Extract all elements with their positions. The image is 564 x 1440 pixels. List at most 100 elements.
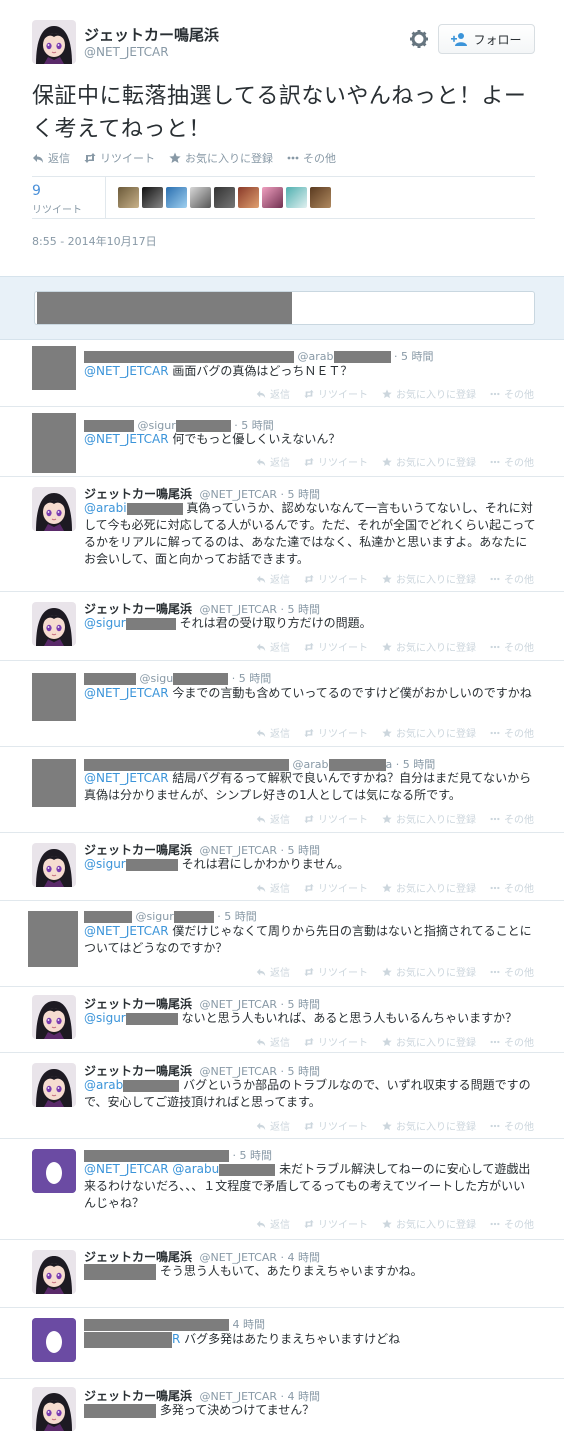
avatar[interactable] — [32, 1149, 76, 1193]
more-button[interactable]: その他 — [490, 386, 534, 401]
author-name[interactable]: ジェットカー鳴尾浜 — [84, 1064, 192, 1078]
favorite-button[interactable]: お気に入りに登録 — [382, 1216, 476, 1231]
more-button[interactable]: その他 — [490, 811, 534, 826]
reply-button[interactable]: 返信 — [256, 880, 290, 895]
mention-link[interactable]: @NET_JETCAR — [84, 924, 169, 938]
retweet-button[interactable]: リツイート — [304, 571, 368, 586]
avatar[interactable] — [32, 759, 76, 807]
mention-link[interactable]: @NET_JETCAR — [84, 686, 169, 700]
reply-button[interactable]: 返信 — [256, 811, 290, 826]
retweeter-avatar[interactable] — [286, 187, 307, 208]
favorite-button[interactable]: お気に入りに登録 — [382, 880, 476, 895]
retweet-button[interactable]: リツイート — [304, 1118, 368, 1133]
retweeter-avatar[interactable] — [238, 187, 259, 208]
author-name[interactable]: ジェットカー鳴尾浜 — [84, 24, 219, 45]
reply-button[interactable]: 返信 — [256, 964, 290, 979]
avatar[interactable] — [32, 602, 76, 646]
follow-button[interactable]: フォロー — [438, 24, 535, 54]
author-name[interactable]: ジェットカー鳴尾浜 — [84, 1250, 192, 1264]
mention-link[interactable]: @sigur — [84, 1011, 126, 1025]
author-name[interactable]: ジェットカー鳴尾浜 — [84, 487, 192, 501]
avatar[interactable] — [32, 413, 76, 473]
avatar[interactable] — [32, 995, 76, 1039]
retweet-button[interactable]: リツイート — [84, 150, 155, 166]
retweet-button[interactable]: リツイート — [304, 811, 368, 826]
reply-button[interactable]: 返信 — [32, 150, 70, 166]
avatar[interactable] — [32, 1063, 76, 1107]
author-handle[interactable]: @NET_JETCAR — [84, 45, 169, 59]
reply-button[interactable]: 返信 — [256, 1118, 290, 1133]
retweeter-avatar[interactable] — [190, 187, 211, 208]
more-button[interactable]: その他 — [490, 880, 534, 895]
favorite-button[interactable]: お気に入りに登録 — [382, 571, 476, 586]
avatar[interactable] — [28, 911, 78, 967]
retweeter-avatar[interactable] — [214, 187, 235, 208]
author-name[interactable]: ジェットカー鳴尾浜 — [84, 1389, 192, 1403]
retweeter-avatar[interactable] — [262, 187, 283, 208]
retweet-button[interactable]: リツイート — [304, 1034, 368, 1049]
retweeter-avatar[interactable] — [310, 187, 331, 208]
reply-button[interactable]: 返信 — [256, 725, 290, 740]
mention-link[interactable]: @arab — [84, 1078, 123, 1092]
favorite-button[interactable]: お気に入りに登録 — [382, 725, 476, 740]
reply-button[interactable]: 返信 — [256, 571, 290, 586]
reply-button[interactable]: 返信 — [256, 386, 290, 401]
mention-link[interactable]: @NET_JETCAR @arabu — [84, 1162, 219, 1176]
author-name[interactable]: ジェットカー鳴尾浜 — [84, 602, 192, 616]
avatar[interactable] — [32, 1250, 76, 1294]
tweet-time[interactable]: 4 時間 — [233, 1318, 266, 1331]
tweet-time[interactable]: · 5 時間 — [394, 350, 434, 363]
favorite-button[interactable]: お気に入りに登録 — [169, 150, 273, 166]
mention-link[interactable]: @arabi — [84, 501, 127, 515]
favorite-button[interactable]: お気に入りに登録 — [382, 639, 476, 654]
mention-link[interactable]: @NET_JETCAR — [84, 364, 169, 378]
mention-link[interactable]: @NET_JETCAR — [84, 771, 169, 785]
avatar[interactable] — [32, 843, 76, 887]
avatar[interactable] — [32, 1387, 76, 1431]
retweet-button[interactable]: リツイート — [304, 1216, 368, 1231]
author-handle[interactable]: @sigur — [136, 910, 174, 923]
reply-input[interactable] — [34, 291, 535, 325]
gear-icon[interactable] — [408, 28, 430, 50]
avatar[interactable] — [32, 673, 76, 721]
author-handle[interactable]: @arab — [298, 350, 334, 363]
retweet-button[interactable]: リツイート — [304, 880, 368, 895]
retweeter-avatar[interactable] — [142, 187, 163, 208]
reply-button[interactable]: 返信 — [256, 1216, 290, 1231]
retweet-button[interactable]: リツイート — [304, 639, 368, 654]
mention-link[interactable]: @NET_JETCAR — [84, 432, 169, 446]
avatar[interactable] — [32, 346, 76, 390]
mention-link[interactable]: @sigur — [84, 857, 126, 871]
tweet-timestamp[interactable]: 8:55 - 2014年10月17日 — [32, 233, 157, 249]
favorite-button[interactable]: お気に入りに登録 — [382, 811, 476, 826]
more-button[interactable]: その他 — [490, 725, 534, 740]
tweet-time[interactable]: · 5 時間 — [232, 672, 272, 685]
author-handle[interactable]: @sigu — [140, 672, 174, 685]
retweet-button[interactable]: リツイート — [304, 725, 368, 740]
reply-button[interactable]: 返信 — [256, 639, 290, 654]
tweet-time[interactable]: · 5 時間 — [217, 910, 257, 923]
retweet-count[interactable]: 9 — [32, 183, 41, 199]
favorite-button[interactable]: お気に入りに登録 — [382, 454, 476, 469]
reply-button[interactable]: 返信 — [256, 1034, 290, 1049]
author-name[interactable]: ジェットカー鳴尾浜 — [84, 843, 192, 857]
retweeter-avatar[interactable] — [166, 187, 187, 208]
avatar[interactable] — [32, 487, 76, 531]
favorite-button[interactable]: お気に入りに登録 — [382, 386, 476, 401]
avatar[interactable] — [32, 20, 76, 64]
favorite-button[interactable]: お気に入りに登録 — [382, 1118, 476, 1133]
mention-link[interactable]: @sigur — [84, 616, 126, 630]
reply-button[interactable]: 返信 — [256, 454, 290, 469]
more-button[interactable]: その他 — [490, 571, 534, 586]
favorite-button[interactable]: お気に入りに登録 — [382, 1034, 476, 1049]
favorite-button[interactable]: お気に入りに登録 — [382, 964, 476, 979]
retweet-button[interactable]: リツイート — [304, 454, 368, 469]
author-name[interactable]: ジェットカー鳴尾浜 — [84, 997, 192, 1011]
more-button[interactable]: その他 — [490, 454, 534, 469]
retweeter-avatar[interactable] — [118, 187, 139, 208]
avatar[interactable] — [32, 1318, 76, 1362]
more-button[interactable]: その他 — [490, 1118, 534, 1133]
more-button[interactable]: その他 — [490, 1216, 534, 1231]
more-button[interactable]: その他 — [490, 964, 534, 979]
more-button[interactable]: その他 — [287, 150, 336, 166]
